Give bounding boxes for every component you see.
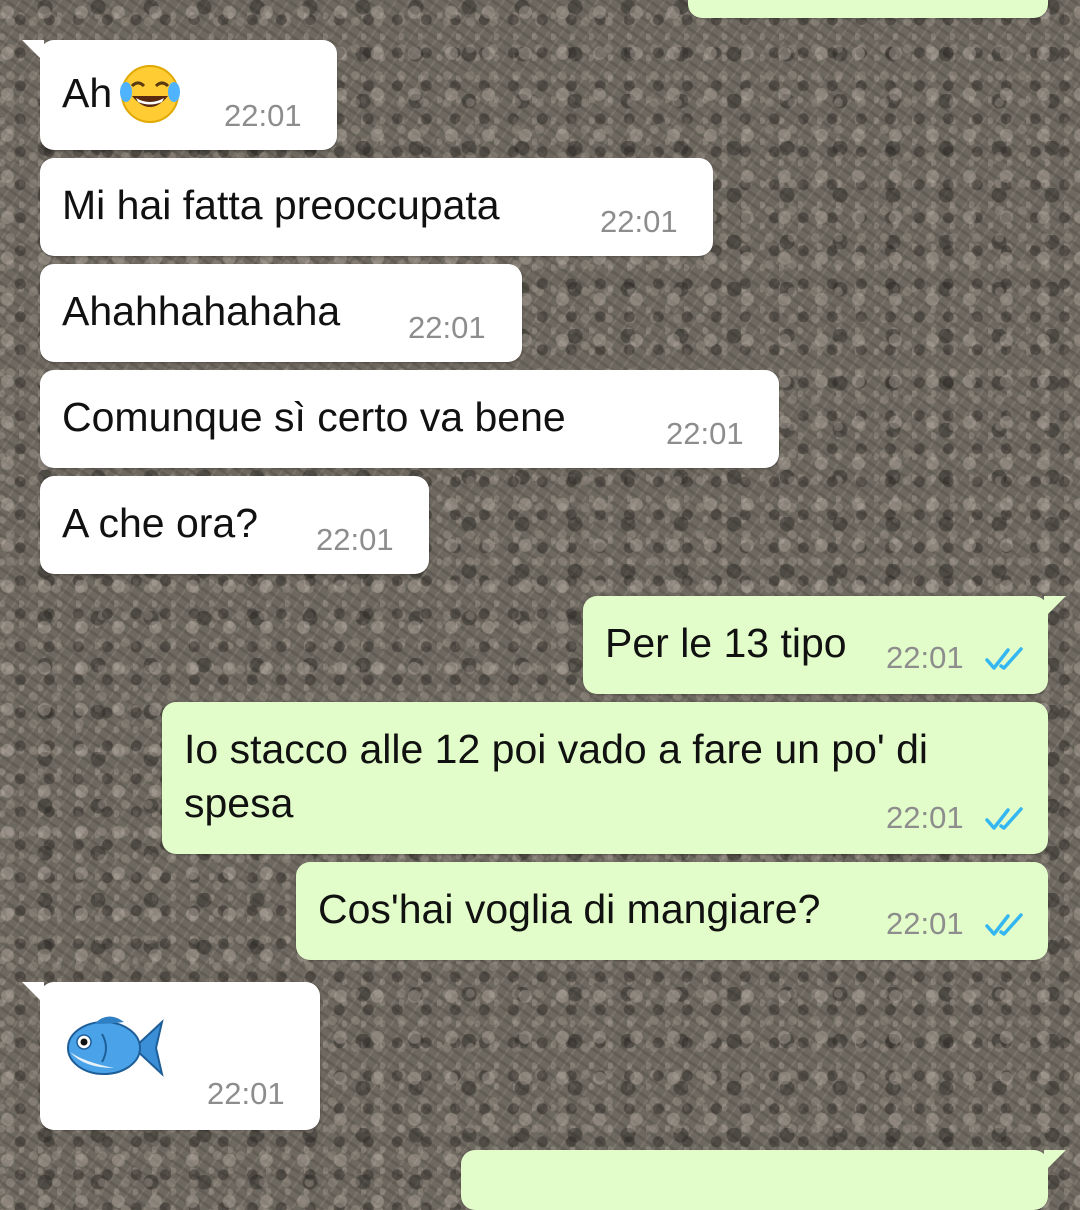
message-timestamp: 22:01 xyxy=(316,522,394,557)
message-bubble-partial-top[interactable] xyxy=(688,0,1048,18)
read-receipt-icon xyxy=(985,913,1023,936)
message-bubble-incoming[interactable]: Ahahhahahaha 22:01 xyxy=(40,264,522,362)
message-bubble-incoming[interactable]: 22:01 xyxy=(22,982,320,1130)
message-text: Ahahhahahaha xyxy=(62,288,341,334)
message-text: Per le 13 tipo xyxy=(605,620,847,666)
message-text: Comunque sì certo va bene xyxy=(62,394,566,440)
message-bubble-incoming[interactable]: Mi hai fatta preoccupata 22:01 xyxy=(40,158,713,256)
read-receipt-icon xyxy=(985,807,1023,830)
read-receipt-icon xyxy=(985,647,1023,670)
message-timestamp: 22:01 xyxy=(600,204,678,239)
message-bubble-outgoing[interactable]: Per le 13 tipo 22:01 xyxy=(583,596,1066,694)
message-bubble-incoming[interactable]: Comunque sì certo va bene 22:01 xyxy=(40,370,779,468)
message-bubble-outgoing[interactable]: Cos'hai voglia di mangiare? 22:01 xyxy=(296,862,1048,960)
message-text: Ah xyxy=(62,70,113,116)
message-timestamp: 22:01 xyxy=(886,640,964,675)
message-text: A che ora? xyxy=(62,500,259,546)
fish-icon xyxy=(67,1016,164,1077)
message-timestamp: 22:01 xyxy=(408,310,486,345)
message-bubble-incoming[interactable]: A che ora? 22:01 xyxy=(40,476,429,574)
face-with-tears-of-joy-icon xyxy=(120,65,180,123)
message-timestamp: 22:01 xyxy=(886,800,964,835)
message-text: Mi hai fatta preoccupata xyxy=(62,182,500,228)
message-text: Cos'hai voglia di mangiare? xyxy=(318,886,821,932)
message-timestamp: 22:01 xyxy=(666,416,744,451)
message-bubble-incoming[interactable]: Ah 22:01 xyxy=(22,40,337,150)
message-timestamp: 22:01 xyxy=(207,1076,285,1111)
message-timestamp: 22:01 xyxy=(224,98,302,133)
message-timestamp: 22:01 xyxy=(886,906,964,941)
message-bubble-partial-bottom[interactable] xyxy=(461,1150,1066,1210)
message-bubble-outgoing[interactable]: Io stacco alle 12 poi vado a fare un po'… xyxy=(162,702,1048,854)
